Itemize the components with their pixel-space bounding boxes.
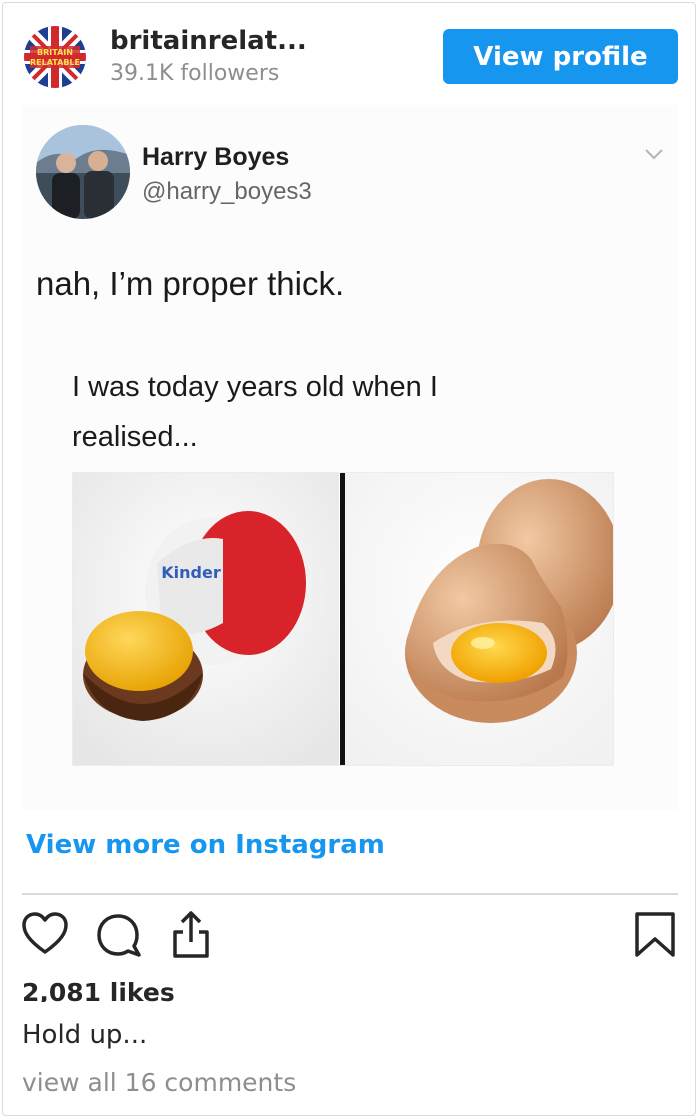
- post-caption: Hold up...: [22, 1020, 148, 1050]
- tweet-text: nah, I’m proper thick.: [36, 265, 345, 302]
- divider: [22, 893, 678, 895]
- view-profile-button[interactable]: View profile: [443, 29, 678, 84]
- bookmark-icon: [635, 912, 675, 957]
- save-button[interactable]: [630, 908, 680, 960]
- avatar-text-line1: BRITAIN: [37, 48, 73, 57]
- like-count[interactable]: 2,081 likes: [22, 976, 175, 1002]
- follower-count: 39.1K followers: [110, 61, 280, 86]
- svg-text:Kinder: Kinder: [161, 563, 221, 582]
- account-avatar[interactable]: BRITAIN RELATABLE: [24, 26, 86, 88]
- avatar-text-line2: RELATABLE: [30, 58, 80, 67]
- tweet-author-avatar: [36, 125, 130, 219]
- chevron-down-icon: [645, 149, 663, 160]
- comment-button[interactable]: [94, 908, 144, 960]
- share-icon: [173, 911, 209, 958]
- kinder-egg-image: Kinder: [73, 473, 339, 765]
- union-jack-logo-icon: BRITAIN RELATABLE: [24, 26, 86, 88]
- tweet-author-name: Harry Boyes: [142, 143, 290, 171]
- view-all-comments-link[interactable]: view all 16 comments: [22, 1068, 296, 1097]
- account-name[interactable]: britainrelat...: [110, 26, 307, 56]
- share-button[interactable]: [166, 908, 216, 960]
- heart-icon: [22, 912, 68, 954]
- comment-icon: [97, 914, 141, 957]
- meme-image: Kinder: [72, 472, 614, 766]
- view-more-link[interactable]: View more on Instagram: [26, 830, 385, 860]
- tweet-author-handle: @harry_boyes3: [142, 178, 312, 205]
- meme-caption: I was today years old when I realised...: [72, 371, 438, 453]
- post-image[interactable]: Harry Boyes @harry_boyes3 nah, I’m prope…: [22, 105, 678, 810]
- like-button[interactable]: [20, 908, 70, 960]
- chicken-egg-image: [345, 473, 613, 765]
